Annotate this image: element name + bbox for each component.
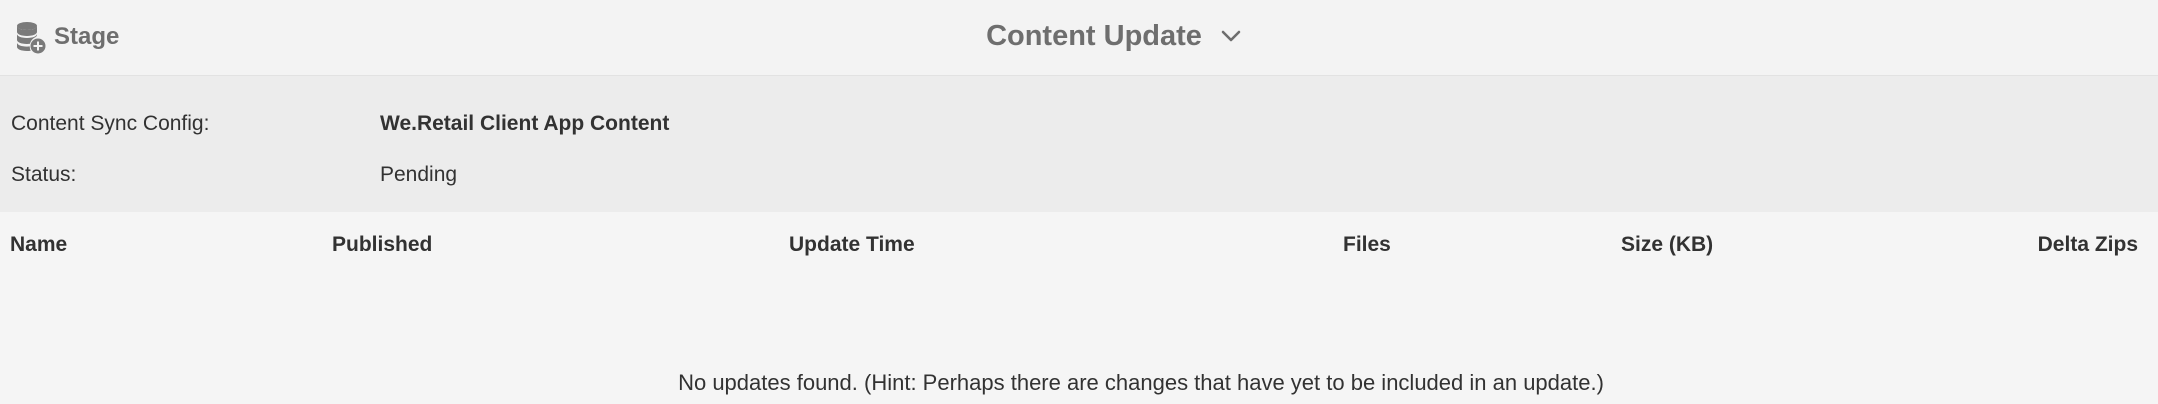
empty-state-message: No updates found. (Hint: Perhaps there a… bbox=[678, 370, 1604, 395]
title-dropdown[interactable]: Content Update bbox=[986, 20, 1242, 53]
config-value: We.Retail Client App Content bbox=[380, 112, 670, 135]
chevron-down-icon bbox=[1220, 25, 1242, 47]
column-header-size[interactable]: Size (KB) bbox=[1621, 233, 1713, 257]
stage-button[interactable]: Stage bbox=[16, 18, 119, 56]
top-header: Stage Content Update bbox=[0, 0, 2158, 76]
status-value: Pending bbox=[380, 163, 458, 186]
empty-state: No updates found. (Hint: Perhaps there a… bbox=[0, 370, 2158, 396]
column-header-delta-zips[interactable]: Delta Zips bbox=[2038, 233, 2138, 257]
title-area: Content Update bbox=[0, 14, 2158, 58]
database-add-icon bbox=[16, 20, 46, 54]
column-header-name[interactable]: Name bbox=[10, 233, 67, 257]
info-panel: Content Sync Config: We.Retail Client Ap… bbox=[0, 76, 2158, 212]
updates-table: Name Published Update Time Files Size (K… bbox=[0, 212, 2158, 404]
column-header-update-time[interactable]: Update Time bbox=[789, 233, 915, 257]
status-row: Status: Pending bbox=[0, 163, 2158, 193]
stage-label: Stage bbox=[54, 23, 120, 50]
status-label: Status: bbox=[11, 163, 77, 186]
config-row: Content Sync Config: We.Retail Client Ap… bbox=[0, 112, 2158, 142]
config-label: Content Sync Config: bbox=[11, 112, 210, 135]
content-update-page: Stage Content Update Content Sync Config… bbox=[0, 0, 2158, 404]
column-header-published[interactable]: Published bbox=[332, 233, 432, 257]
column-header-files[interactable]: Files bbox=[1343, 233, 1391, 257]
page-title: Content Update bbox=[986, 19, 1202, 52]
